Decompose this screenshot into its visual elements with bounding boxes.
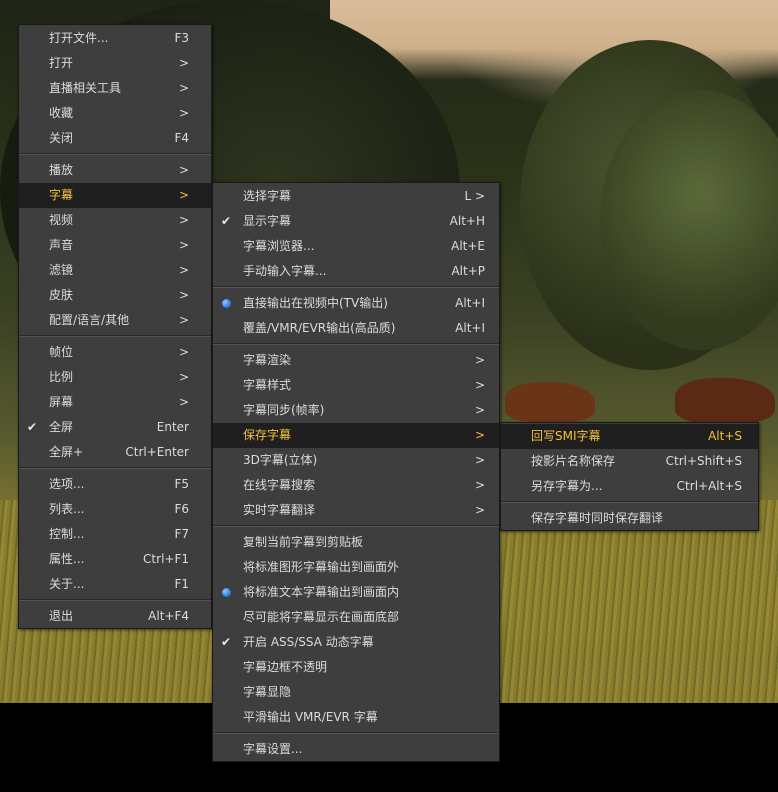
menu-item-show-subtitle[interactable]: ✔ 显示字幕 Alt+H — [213, 209, 499, 234]
menu-separator — [19, 335, 211, 337]
chevron-right-icon: > — [474, 503, 485, 517]
menu-item-open[interactable]: 打开 > — [19, 51, 211, 76]
chevron-right-icon: > — [178, 395, 189, 409]
menu-separator — [213, 525, 499, 527]
menu-separator — [213, 343, 499, 345]
menu-item-open-file[interactable]: 打开文件... F3 — [19, 26, 211, 51]
menu-item-playlist[interactable]: 列表... F6 — [19, 497, 211, 522]
menu-item-write-back-smi[interactable]: 回写SMI字幕 Alt+S — [501, 424, 758, 449]
main-context-menu: 打开文件... F3 打开 > 直播相关工具 > 收藏 > 关闭 F4 播放 > 字幕 > 视… — [18, 24, 212, 629]
menu-separator — [19, 599, 211, 601]
menu-item-save-as[interactable]: 另存字幕为... Ctrl+Alt+S — [501, 474, 758, 499]
chevron-right-icon: > — [178, 370, 189, 384]
menu-item-audio[interactable]: 声音 > — [19, 233, 211, 258]
save-subtitle-submenu: 回写SMI字幕 Alt+S 按影片名称保存 Ctrl+Shift+S 另存字幕为..… — [500, 422, 759, 531]
chevron-right-icon: > — [178, 263, 189, 277]
menu-item-live-tools[interactable]: 直播相关工具 > — [19, 76, 211, 101]
menu-item-save-with-translation[interactable]: 保存字幕时同时保存翻译 — [501, 506, 758, 531]
chevron-right-icon: > — [178, 213, 189, 227]
menu-separator — [19, 153, 211, 155]
menu-item-smooth-output[interactable]: 平滑输出 VMR/EVR 字幕 — [213, 705, 499, 730]
subtitle-submenu: 选择字幕 L > ✔ 显示字幕 Alt+H 字幕浏览器... Alt+E 手动输入字幕.… — [212, 182, 500, 762]
menu-item-realtime-translate[interactable]: 实时字幕翻译 > — [213, 498, 499, 523]
menu-item-bottom-display[interactable]: 尽可能将字幕显示在画面底部 — [213, 605, 499, 630]
menu-item-subtitle-sync[interactable]: 字幕同步(帧率) > — [213, 398, 499, 423]
menu-item-copy-subtitle[interactable]: 复制当前字幕到剪贴板 — [213, 530, 499, 555]
menu-item-tv-output[interactable]: 直接输出在视频中(TV输出) Alt+I — [213, 291, 499, 316]
menu-item-3d-subtitle[interactable]: 3D字幕(立体) > — [213, 448, 499, 473]
menu-item-options[interactable]: 选项... F5 — [19, 472, 211, 497]
menu-item-subtitle-render[interactable]: 字幕渲染 > — [213, 348, 499, 373]
chevron-right-icon: > — [178, 106, 189, 120]
menu-item-select-subtitle[interactable]: 选择字幕 L > — [213, 184, 499, 209]
menu-item-opaque-border[interactable]: 字幕边框不透明 — [213, 655, 499, 680]
menu-item-save-by-name[interactable]: 按影片名称保存 Ctrl+Shift+S — [501, 449, 758, 474]
menu-item-about[interactable]: 关于... F1 — [19, 572, 211, 597]
menu-separator — [501, 501, 758, 503]
chevron-right-icon: > — [178, 56, 189, 70]
menu-item-screen[interactable]: 屏幕 > — [19, 390, 211, 415]
chevron-right-icon: > — [178, 345, 189, 359]
checkmark-icon: ✔ — [221, 214, 232, 228]
menu-item-video[interactable]: 视频 > — [19, 208, 211, 233]
menu-item-frame[interactable]: 帧位 > — [19, 340, 211, 365]
menu-item-ass-dynamic[interactable]: ✔ 开启 ASS/SSA 动态字幕 — [213, 630, 499, 655]
menu-item-subtitles[interactable]: 字幕 > — [19, 183, 211, 208]
chevron-right-icon: > — [178, 81, 189, 95]
chevron-right-icon: > — [474, 428, 485, 442]
chevron-right-icon: > — [474, 403, 485, 417]
menu-item-config[interactable]: 配置/语言/其他 > — [19, 308, 211, 333]
menu-item-favorites[interactable]: 收藏 > — [19, 101, 211, 126]
menu-item-properties[interactable]: 属性... Ctrl+F1 — [19, 547, 211, 572]
menu-item-close[interactable]: 关闭 F4 — [19, 126, 211, 151]
horses-carriage — [505, 370, 778, 430]
menu-item-fullscreen-plus[interactable]: 全屏+ Ctrl+Enter — [19, 440, 211, 465]
chevron-right-icon: > — [178, 163, 189, 177]
chevron-right-icon: > — [474, 378, 485, 392]
menu-item-control[interactable]: 控制... F7 — [19, 522, 211, 547]
menu-item-manual-subtitle[interactable]: 手动输入字幕... Alt+P — [213, 259, 499, 284]
menu-item-save-subtitle[interactable]: 保存字幕 > — [213, 423, 499, 448]
menu-separator — [213, 286, 499, 288]
chevron-right-icon: > — [178, 313, 189, 327]
menu-item-skin[interactable]: 皮肤 > — [19, 283, 211, 308]
menu-item-filters[interactable]: 滤镜 > — [19, 258, 211, 283]
menu-item-fullscreen[interactable]: ✔ 全屏 Enter — [19, 415, 211, 440]
menu-item-exit[interactable]: 退出 Alt+F4 — [19, 604, 211, 629]
menu-item-overlay-output[interactable]: 覆盖/VMR/EVR输出(高品质) Alt+I — [213, 316, 499, 341]
menu-item-text-inside[interactable]: 将标准文本字幕输出到画面内 — [213, 580, 499, 605]
radio-selected-icon — [222, 299, 231, 308]
chevron-right-icon: > — [178, 238, 189, 252]
radio-selected-icon — [222, 588, 231, 597]
chevron-right-icon: > — [474, 353, 485, 367]
menu-item-graphic-outside[interactable]: 将标准图形字幕输出到画面外 — [213, 555, 499, 580]
menu-item-subtitle-settings[interactable]: 字幕设置... — [213, 737, 499, 762]
chevron-right-icon: > — [178, 288, 189, 302]
menu-item-subtitle-style[interactable]: 字幕样式 > — [213, 373, 499, 398]
menu-item-toggle-subtitle[interactable]: 字幕显隐 — [213, 680, 499, 705]
chevron-right-icon: > — [474, 478, 485, 492]
chevron-right-icon: > — [474, 453, 485, 467]
checkmark-icon: ✔ — [27, 420, 38, 434]
menu-separator — [19, 467, 211, 469]
menu-item-aspect[interactable]: 比例 > — [19, 365, 211, 390]
menu-item-online-search[interactable]: 在线字幕搜索 > — [213, 473, 499, 498]
menu-item-play[interactable]: 播放 > — [19, 158, 211, 183]
menu-separator — [213, 732, 499, 734]
chevron-right-icon: > — [178, 188, 189, 202]
menu-item-subtitle-browser[interactable]: 字幕浏览器... Alt+E — [213, 234, 499, 259]
checkmark-icon: ✔ — [221, 635, 232, 649]
